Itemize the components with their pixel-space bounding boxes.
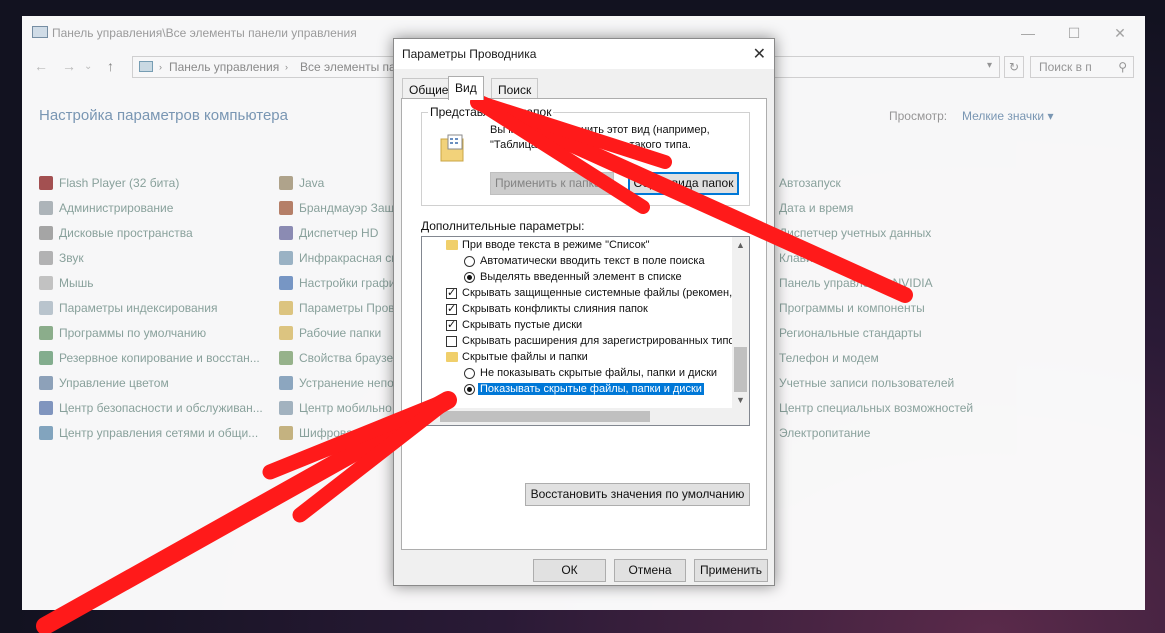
- infrared-icon: [279, 251, 293, 265]
- explorer-options-icon: [279, 301, 293, 315]
- checkbox[interactable]: [446, 286, 457, 299]
- search-icon: ⚲: [1118, 60, 1127, 74]
- search-input[interactable]: Поиск в п ⚲: [1030, 56, 1134, 78]
- tab-view[interactable]: Вид: [448, 76, 484, 100]
- back-arrow-icon[interactable]: ←: [34, 58, 48, 74]
- folder-views-description: Вы можете применить этот вид (например, …: [490, 124, 710, 151]
- scroll-down-icon[interactable]: ▼: [736, 395, 745, 405]
- radio-button[interactable]: [464, 272, 475, 283]
- mouse-icon: [39, 276, 53, 290]
- scroll-thumb[interactable]: [440, 411, 650, 422]
- view-tab-panel: Представление папок Вы можете применить …: [401, 98, 767, 550]
- reset-folders-button[interactable]: Сброс вида папок: [628, 172, 739, 195]
- browser-properties-icon: [279, 351, 293, 365]
- breadcrumb-separator-icon: ›: [159, 62, 162, 72]
- folder-icon: [446, 240, 458, 250]
- color-management-icon: [39, 376, 53, 390]
- work-folders-icon: [279, 326, 293, 340]
- search-placeholder: Поиск в п: [1039, 60, 1092, 74]
- checkbox[interactable]: [446, 336, 457, 347]
- radio-button[interactable]: [464, 368, 475, 379]
- troubleshooting-icon: [279, 376, 293, 390]
- control-panel-small-icon: [139, 61, 153, 72]
- storage-spaces-icon: [39, 226, 53, 240]
- tab-search[interactable]: Поиск: [491, 78, 539, 98]
- network-center-icon: [39, 426, 53, 440]
- firewall-icon: [279, 201, 293, 215]
- folder-views-group: Представление папок Вы можете применить …: [421, 105, 750, 206]
- address-dropdown-icon[interactable]: ▾: [987, 60, 992, 71]
- checkbox[interactable]: [446, 302, 457, 315]
- sound-icon: [39, 251, 53, 265]
- radio-button[interactable]: [464, 384, 475, 395]
- indexing-options-icon: [39, 301, 53, 315]
- view-mode-dropdown[interactable]: Мелкие значки ▾: [962, 109, 1053, 123]
- admin-tools-icon: [39, 201, 53, 215]
- mobility-center-icon: [279, 401, 293, 415]
- radio-button[interactable]: [464, 256, 475, 267]
- view-label: Просмотр:: [889, 109, 948, 123]
- refresh-icon[interactable]: ↻: [1004, 56, 1024, 78]
- ok-button[interactable]: ОК: [533, 559, 606, 582]
- breadcrumb-all-items[interactable]: Все элементы па: [300, 60, 396, 74]
- control-panel-app-icon: [32, 26, 48, 38]
- maximize-icon[interactable]: ☐: [1051, 22, 1097, 44]
- up-arrow-icon[interactable]: ↑: [107, 58, 114, 74]
- breadcrumb-separator-icon: ›: [285, 62, 288, 72]
- recent-chevron-icon[interactable]: ⌄: [84, 61, 92, 72]
- hd-manager-icon: [279, 226, 293, 240]
- minimize-icon[interactable]: —: [1005, 22, 1051, 44]
- close-icon[interactable]: ✕: [1097, 22, 1143, 44]
- dialog-titlebar: Параметры Проводника ✕: [394, 39, 774, 69]
- security-maintenance-flag-icon: [39, 401, 53, 415]
- backup-restore-icon: [39, 351, 53, 365]
- folder-options-dialog: Параметры Проводника ✕ Общие Вид Поиск П…: [393, 38, 775, 586]
- dialog-close-icon[interactable]: ✕: [753, 44, 766, 64]
- java-icon: [279, 176, 293, 190]
- graphics-settings-icon: [279, 276, 293, 290]
- folder-icon: [446, 352, 458, 362]
- folder-view-icon: [440, 134, 464, 162]
- default-programs-icon: [39, 326, 53, 340]
- flash-player-icon: [39, 176, 53, 190]
- advanced-settings-tree[interactable]: При вводе текста в режиме "Список" Автом…: [421, 236, 750, 426]
- restore-defaults-button[interactable]: Восстановить значения по умолчанию: [525, 483, 750, 506]
- checkbox[interactable]: [446, 318, 457, 331]
- dialog-title: Параметры Проводника: [402, 47, 537, 61]
- breadcrumb-control-panel[interactable]: Панель управления: [169, 60, 279, 74]
- apply-button[interactable]: Применить: [694, 559, 768, 582]
- cancel-button[interactable]: Отмена: [614, 559, 686, 582]
- tree-horizontal-scrollbar[interactable]: [422, 408, 734, 425]
- advanced-settings-label: Дополнительные параметры:: [421, 219, 585, 233]
- forward-arrow-icon[interactable]: →: [62, 58, 76, 74]
- control-panel-title: Панель управления\Все элементы панели уп…: [52, 26, 357, 40]
- folder-views-legend: Представление папок: [428, 105, 554, 119]
- page-title: Настройка параметров компьютера: [39, 107, 288, 124]
- apply-to-folders-button[interactable]: Применить к папкам: [490, 172, 614, 195]
- scroll-up-icon[interactable]: ▲: [736, 240, 745, 250]
- tree-vertical-scrollbar[interactable]: ▲ ▼: [732, 237, 749, 425]
- scroll-thumb[interactable]: [734, 347, 747, 392]
- encryption-icon: [279, 426, 293, 440]
